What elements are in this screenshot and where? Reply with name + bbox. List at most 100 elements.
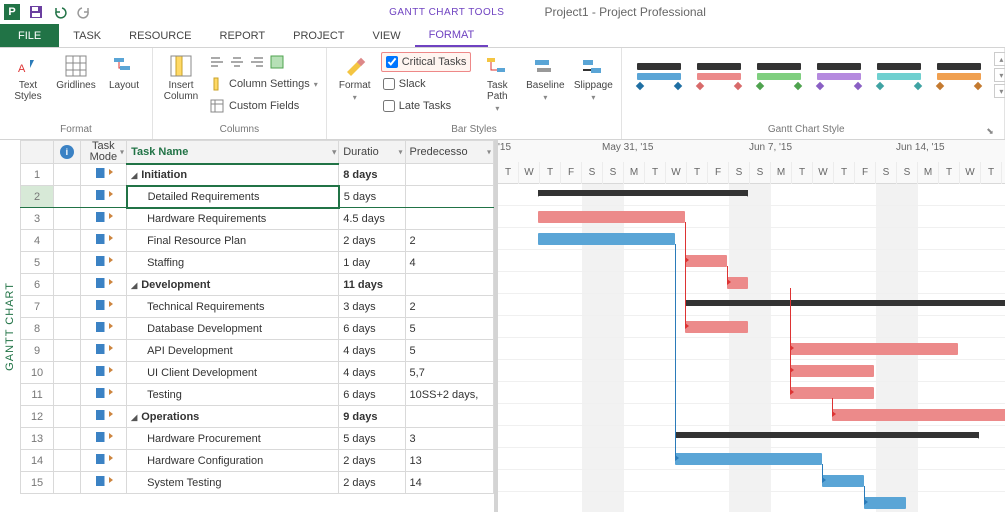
task-name-cell[interactable]: UI Client Development [127, 362, 339, 384]
mode-cell[interactable] [80, 450, 126, 472]
predecessors-cell[interactable]: 10SS+2 days, [405, 384, 493, 406]
table-row[interactable]: 1Initiation8 days [21, 164, 494, 186]
style-swatch[interactable] [692, 56, 746, 96]
row-number[interactable]: 4 [21, 230, 54, 252]
duration-cell[interactable]: 11 days [339, 274, 405, 296]
predecessors-cell[interactable]: 13 [405, 450, 493, 472]
col-header-name[interactable]: Task Name▾ [127, 141, 339, 164]
mode-cell[interactable] [80, 406, 126, 428]
info-cell[interactable] [54, 406, 81, 428]
info-cell[interactable] [54, 164, 81, 186]
style-swatch[interactable] [812, 56, 866, 96]
info-cell[interactable] [54, 252, 81, 274]
mode-cell[interactable] [80, 274, 126, 296]
row-number[interactable]: 6 [21, 274, 54, 296]
baseline-button[interactable]: Baseline ▾ [523, 52, 567, 104]
col-header-info[interactable]: i [54, 141, 81, 164]
tab-report[interactable]: REPORT [206, 24, 280, 47]
predecessors-cell[interactable] [405, 164, 493, 186]
late-tasks-checkbox[interactable]: Late Tasks [381, 96, 472, 116]
align-left-icon[interactable] [209, 54, 225, 70]
predecessors-cell[interactable]: 5,7 [405, 362, 493, 384]
gantt-bar[interactable] [790, 365, 874, 377]
task-name-cell[interactable]: System Testing [127, 472, 339, 494]
task-name-cell[interactable]: Database Development [127, 318, 339, 340]
task-name-cell[interactable]: API Development [127, 340, 339, 362]
table-row[interactable]: 3Hardware Requirements4.5 days [21, 208, 494, 230]
duration-cell[interactable]: 1 day [339, 252, 405, 274]
predecessors-cell[interactable]: 2 [405, 230, 493, 252]
predecessors-cell[interactable] [405, 208, 493, 230]
mode-cell[interactable] [80, 230, 126, 252]
row-number[interactable]: 8 [21, 318, 54, 340]
predecessors-cell[interactable]: 2 [405, 296, 493, 318]
gantt-bar[interactable] [538, 211, 685, 223]
duration-cell[interactable]: 2 days [339, 472, 405, 494]
task-path-button[interactable]: Task Path ▾ [475, 52, 519, 115]
table-row[interactable]: 13Hardware Procurement5 days3 [21, 428, 494, 450]
row-number[interactable]: 3 [21, 208, 54, 230]
mode-cell[interactable] [80, 428, 126, 450]
gallery-up-icon[interactable]: ▴ [994, 52, 1005, 66]
table-row[interactable]: 4Final Resource Plan2 days2 [21, 230, 494, 252]
col-header-predecessors[interactable]: Predecesso▾ [405, 141, 493, 164]
predecessors-cell[interactable]: 5 [405, 318, 493, 340]
predecessors-cell[interactable] [405, 274, 493, 296]
duration-cell[interactable]: 4.5 days [339, 208, 405, 230]
row-number[interactable]: 12 [21, 406, 54, 428]
undo-icon[interactable] [50, 2, 70, 22]
tab-view[interactable]: VIEW [358, 24, 414, 47]
duration-cell[interactable]: 5 days [339, 186, 405, 208]
gantt-bar[interactable] [832, 409, 1005, 421]
gantt-bar[interactable] [675, 432, 980, 438]
align-center-icon[interactable] [229, 54, 245, 70]
gantt-bar[interactable] [790, 387, 874, 399]
gantt-bar[interactable] [538, 190, 748, 196]
gridlines-button[interactable]: Gridlines [54, 52, 98, 93]
table-row[interactable]: 2Detailed Requirements5 days [21, 186, 494, 208]
table-row[interactable]: 7Technical Requirements3 days2 [21, 296, 494, 318]
tab-format[interactable]: FORMAT [415, 24, 489, 47]
critical-tasks-checkbox[interactable]: Critical Tasks [381, 52, 472, 72]
row-number[interactable]: 15 [21, 472, 54, 494]
gantt-bar[interactable] [675, 453, 822, 465]
mode-cell[interactable] [80, 186, 126, 208]
mode-cell[interactable] [80, 362, 126, 384]
column-settings-button[interactable]: Column Settings ▾ [207, 74, 320, 94]
duration-cell[interactable]: 5 days [339, 428, 405, 450]
info-cell[interactable] [54, 384, 81, 406]
row-number[interactable]: 11 [21, 384, 54, 406]
table-row[interactable]: 9 API Development4 days5 [21, 340, 494, 362]
slack-input[interactable] [383, 78, 395, 90]
info-cell[interactable] [54, 428, 81, 450]
mode-cell[interactable] [80, 384, 126, 406]
style-swatch[interactable] [632, 56, 686, 96]
mode-cell[interactable] [80, 472, 126, 494]
info-cell[interactable] [54, 230, 81, 252]
row-number[interactable]: 2 [21, 186, 54, 208]
task-name-cell[interactable]: Operations [127, 406, 339, 428]
duration-cell[interactable]: 3 days [339, 296, 405, 318]
style-swatch[interactable] [752, 56, 806, 96]
info-cell[interactable] [54, 472, 81, 494]
row-number[interactable]: 9 [21, 340, 54, 362]
gantt-timeline[interactable]: '15May 31, '15Jun 7, '15Jun 14, '15 TWTF… [498, 140, 1005, 512]
mode-cell[interactable] [80, 164, 126, 186]
duration-cell[interactable]: 4 days [339, 340, 405, 362]
gallery-down-icon[interactable]: ▾ [994, 68, 1005, 82]
duration-cell[interactable]: 6 days [339, 318, 405, 340]
col-header-mode[interactable]: Task Mode▾ [80, 141, 126, 164]
slack-checkbox[interactable]: Slack [381, 74, 472, 94]
save-icon[interactable] [26, 2, 46, 22]
gantt-bar[interactable] [790, 343, 958, 355]
tab-task[interactable]: TASK [59, 24, 115, 47]
mode-cell[interactable] [80, 340, 126, 362]
redo-icon[interactable] [74, 2, 94, 22]
info-cell[interactable] [54, 274, 81, 296]
table-row[interactable]: 14Hardware Configuration2 days13 [21, 450, 494, 472]
custom-fields-button[interactable]: Custom Fields [207, 96, 320, 116]
info-cell[interactable] [54, 186, 81, 208]
predecessors-cell[interactable]: 5 [405, 340, 493, 362]
row-number[interactable]: 10 [21, 362, 54, 384]
dialog-launcher-icon[interactable]: ⬊ [984, 125, 996, 137]
